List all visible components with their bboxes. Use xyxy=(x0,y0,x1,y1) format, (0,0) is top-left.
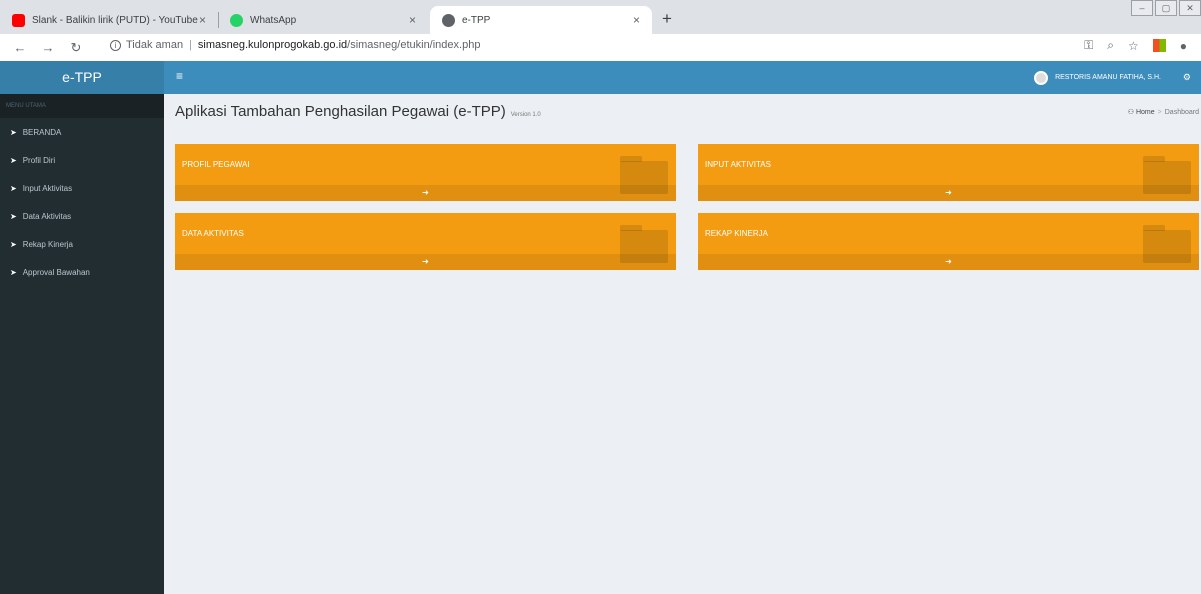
sidebar: MENU UTAMA ➤ BERANDA ➤ Profil Diri ➤ Input … xyxy=(0,94,164,594)
forward-icon[interactable]: → xyxy=(40,40,56,55)
sidebar-item-label: BERANDA xyxy=(22,127,62,137)
info-icon[interactable]: i xyxy=(110,39,121,51)
youtube-icon xyxy=(12,13,25,27)
key-icon[interactable]: ⚿ xyxy=(1084,38,1093,53)
back-icon[interactable]: ← xyxy=(12,40,28,55)
user-menu[interactable]: RESTORIS AMANU FATIHA, S.H. xyxy=(1034,61,1161,94)
new-tab-button[interactable]: + xyxy=(662,9,672,29)
paper-plane-icon: ➤ xyxy=(10,183,17,193)
gears-icon[interactable]: ⚙ xyxy=(1183,72,1191,83)
box-label: PROFIL PEGAWAI xyxy=(182,160,250,169)
arrow-circle-right-icon: ➜ xyxy=(422,188,429,197)
box-data-aktivitas[interactable]: DATA AKTIVITAS ➜ xyxy=(175,213,676,270)
box-label: REKAP KINERJA xyxy=(705,229,768,238)
box-footer-link[interactable]: ➜ xyxy=(698,254,1199,270)
url-field[interactable]: i Tidak aman | simasneg.kulonprogokab.go… xyxy=(110,39,480,51)
page-title-text: Aplikasi Tambahan Penghasilan Pegawai (e… xyxy=(175,103,506,120)
sidebar-item-approval-bawahan[interactable]: ➤ Approval Bawahan xyxy=(0,258,164,286)
version-label: Version 1.0 xyxy=(510,112,541,118)
box-label: DATA AKTIVITAS xyxy=(182,229,244,238)
sidebar-item-input-aktivitas[interactable]: ➤ Input Aktivitas xyxy=(0,174,164,202)
url-host: simasneg.kulonprogokab.go.id xyxy=(197,39,348,51)
box-footer-link[interactable]: ➜ xyxy=(175,254,676,270)
tab-bar: Slank - Balikin lirik (PUTD) - YouTube ×… xyxy=(0,0,1201,34)
browser-tab-etpp[interactable]: e-TPP × xyxy=(430,6,652,34)
sidebar-item-beranda[interactable]: ➤ BERANDA xyxy=(0,118,164,146)
paper-plane-icon: ➤ xyxy=(10,267,17,277)
globe-icon xyxy=(442,13,455,27)
profile-icon[interactable]: ● xyxy=(1180,39,1187,53)
user-name: RESTORIS AMANU FATIHA, S.H. xyxy=(1055,74,1161,81)
box-profil-pegawai[interactable]: PROFIL PEGAWAI ➜ xyxy=(175,144,676,201)
close-window-button[interactable]: ✕ xyxy=(1179,0,1201,16)
app-logo[interactable]: e-TPP xyxy=(0,61,164,94)
paper-plane-icon: ➤ xyxy=(10,239,17,249)
app: e-TPP ≡ RESTORIS AMANU FATIHA, S.H. ⚙ ME… xyxy=(0,61,1201,594)
close-tab-icon[interactable]: × xyxy=(199,13,206,27)
sidebar-item-data-aktivitas[interactable]: ➤ Data Aktivitas xyxy=(0,202,164,230)
address-bar-row: ← → ↻ i Tidak aman | simasneg.kulonprogo… xyxy=(0,34,1201,61)
box-input-aktivitas[interactable]: INPUT AKTIVITAS ➜ xyxy=(698,144,1199,201)
sidebar-header: MENU UTAMA xyxy=(0,94,164,118)
sidebar-item-profil-diri[interactable]: ➤ Profil Diri xyxy=(0,146,164,174)
arrow-circle-right-icon: ➜ xyxy=(945,257,952,266)
tab-label: Slank - Balikin lirik (PUTD) - YouTube xyxy=(32,14,198,26)
top-navbar: e-TPP ≡ RESTORIS AMANU FATIHA, S.H. ⚙ xyxy=(0,61,1201,94)
window-controls: – ▢ ✕ xyxy=(1129,0,1201,16)
sidebar-item-label: Data Aktivitas xyxy=(22,211,72,221)
close-tab-icon[interactable]: × xyxy=(409,13,416,27)
tab-label: e-TPP xyxy=(462,14,491,26)
box-rekap-kinerja[interactable]: REKAP KINERJA ➜ xyxy=(698,213,1199,270)
box-footer-link[interactable]: ➜ xyxy=(175,185,676,201)
security-status: Tidak aman xyxy=(126,39,184,51)
avatar xyxy=(1034,70,1049,85)
maximize-button[interactable]: ▢ xyxy=(1155,0,1177,16)
breadcrumb-home[interactable]: Home xyxy=(1136,109,1155,116)
tab-label: WhatsApp xyxy=(250,14,297,26)
menu-toggle-icon[interactable]: ≡ xyxy=(176,69,183,83)
arrow-circle-right-icon: ➜ xyxy=(422,257,429,266)
arrow-circle-right-icon: ➜ xyxy=(945,188,952,197)
paper-plane-icon: ➤ xyxy=(10,127,17,137)
browser-chrome: Slank - Balikin lirik (PUTD) - YouTube ×… xyxy=(0,0,1201,61)
close-tab-icon[interactable]: × xyxy=(633,13,640,27)
main-content: Aplikasi Tambahan Penghasilan Pegawai (e… xyxy=(164,94,1201,594)
extension-icon[interactable] xyxy=(1152,39,1166,52)
sidebar-item-rekap-kinerja[interactable]: ➤ Rekap Kinerja xyxy=(0,230,164,258)
star-icon[interactable]: ☆ xyxy=(1128,39,1139,53)
paper-plane-icon: ➤ xyxy=(10,155,17,165)
whatsapp-icon xyxy=(230,13,243,27)
breadcrumb-separator: > xyxy=(1157,109,1162,116)
sidebar-item-label: Rekap Kinerja xyxy=(22,239,73,249)
page-title: Aplikasi Tambahan Penghasilan Pegawai (e… xyxy=(175,103,541,120)
toolbar-icons: ⚿ ⌕ ☆ ● xyxy=(1070,38,1187,53)
sidebar-item-label: Approval Bawahan xyxy=(22,267,90,277)
url-separator: | xyxy=(189,39,192,51)
browser-tab-whatsapp[interactable]: WhatsApp × xyxy=(218,6,428,34)
zoom-icon[interactable]: ⌕ xyxy=(1107,38,1114,53)
box-label: INPUT AKTIVITAS xyxy=(705,160,771,169)
sidebar-item-label: Profil Diri xyxy=(22,155,56,165)
breadcrumb: ⚇ Home > Dashboard xyxy=(1128,108,1199,116)
browser-tab-youtube[interactable]: Slank - Balikin lirik (PUTD) - YouTube × xyxy=(0,6,218,34)
sidebar-item-label: Input Aktivitas xyxy=(22,183,73,193)
box-footer-link[interactable]: ➜ xyxy=(698,185,1199,201)
minimize-button[interactable]: – xyxy=(1131,0,1153,16)
dashboard-icon: ⚇ xyxy=(1127,109,1135,116)
breadcrumb-current: Dashboard xyxy=(1164,109,1199,116)
url-path: /simasneg/etukin/index.php xyxy=(347,39,481,51)
paper-plane-icon: ➤ xyxy=(10,211,17,221)
reload-icon[interactable]: ↻ xyxy=(68,40,84,56)
